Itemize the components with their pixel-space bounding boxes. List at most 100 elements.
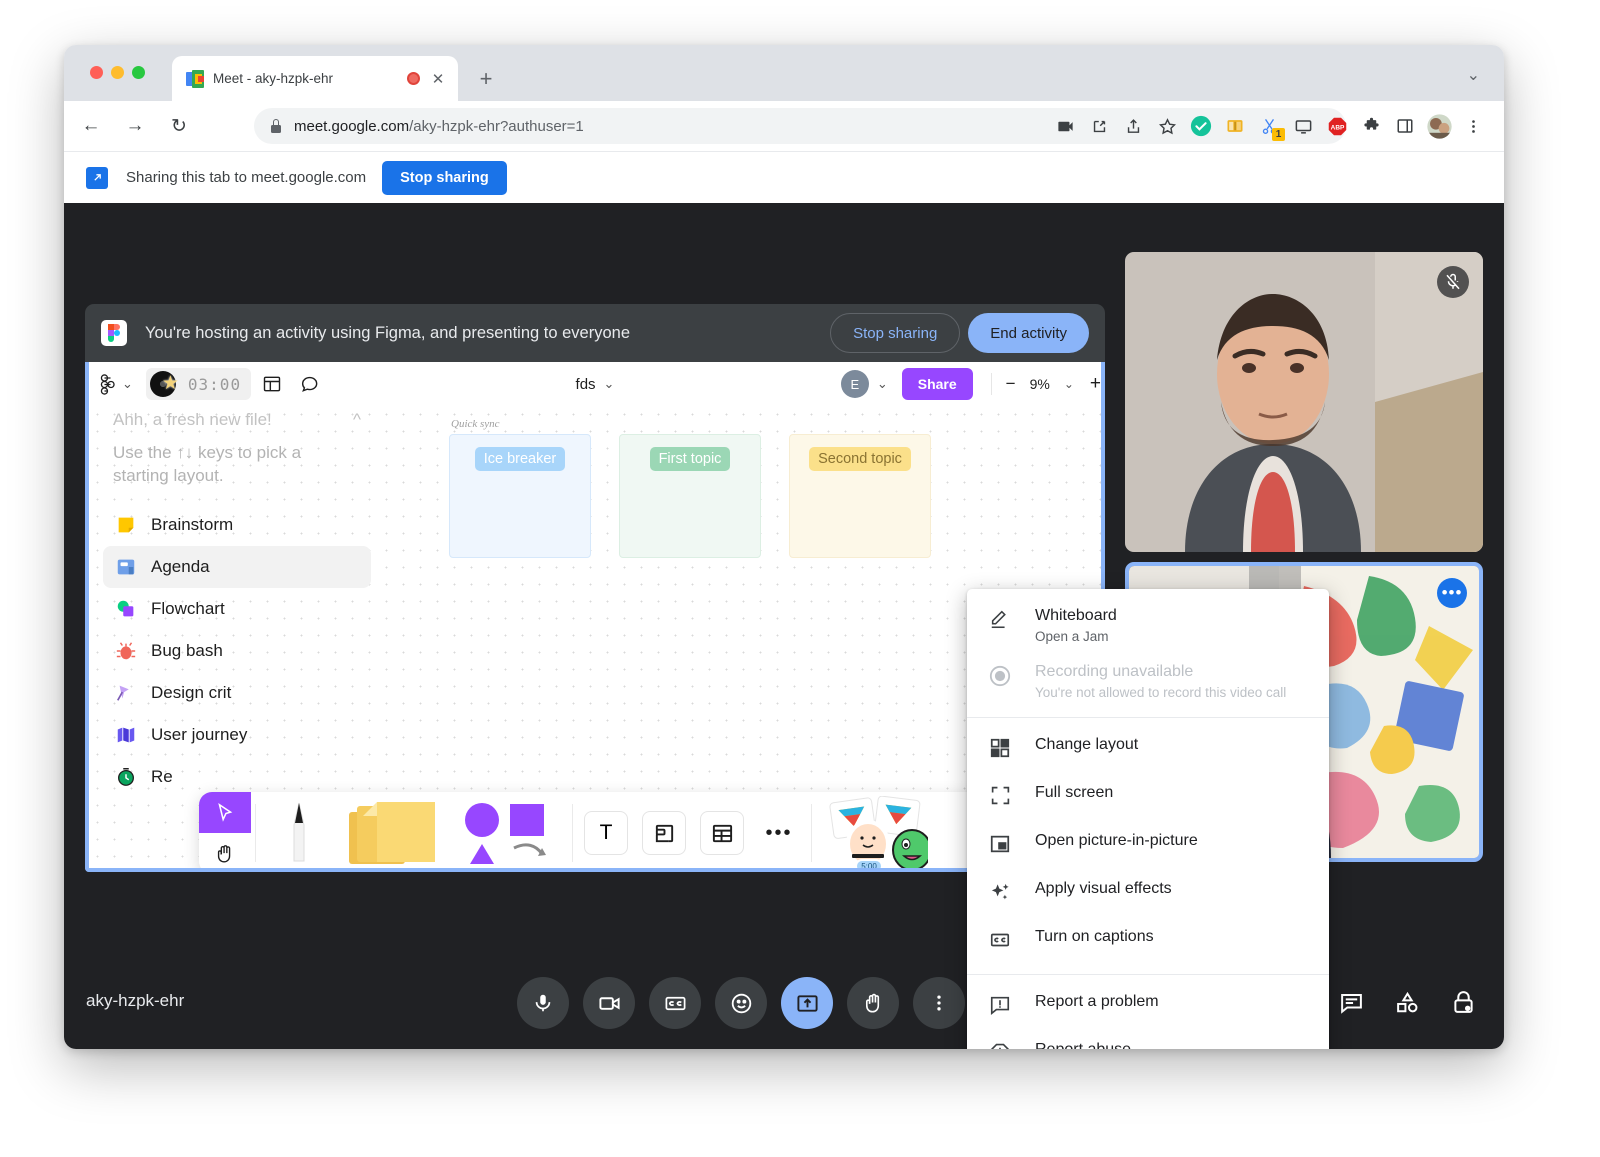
- table-icon[interactable]: [693, 792, 751, 868]
- avatar[interactable]: E: [841, 370, 869, 398]
- figjam-cursor-tools[interactable]: [199, 792, 251, 868]
- chevron-down-icon[interactable]: ⌄: [1467, 65, 1480, 85]
- chrome-menu-icon[interactable]: [1456, 109, 1490, 143]
- stop-sharing-button[interactable]: Stop sharing: [382, 161, 507, 195]
- zoom-in-button[interactable]: +: [1090, 373, 1101, 395]
- starter-item-bug-bash[interactable]: Bug bash: [103, 630, 371, 672]
- stickers-icon[interactable]: 5:00: [816, 792, 936, 868]
- shapes-icon[interactable]: [448, 792, 568, 868]
- figjam-timer[interactable]: ★ 03:00: [146, 368, 251, 400]
- close-window-button[interactable]: [90, 66, 103, 79]
- starter-item-user-journey[interactable]: User journey: [103, 714, 371, 756]
- menu-item-whiteboard[interactable]: Whiteboard Open a Jam: [967, 597, 1329, 653]
- chevron-down-icon[interactable]: ⌄: [1064, 377, 1074, 391]
- more-tools-button[interactable]: •••: [751, 792, 807, 868]
- present-screen-button[interactable]: [781, 977, 833, 1029]
- menu-item-picture-in-picture[interactable]: Open picture-in-picture: [967, 822, 1329, 870]
- share-icon[interactable]: [1116, 109, 1150, 143]
- canvas-note: Quick sync: [451, 418, 500, 430]
- activities-button[interactable]: [1390, 985, 1424, 1019]
- menu-divider: [967, 974, 1329, 975]
- menu-item-captions[interactable]: Turn on captions: [967, 918, 1329, 966]
- figma-banner-message: You're hosting an activity using Figma, …: [145, 324, 822, 343]
- reactions-button[interactable]: [715, 977, 767, 1029]
- snip-tool-icon[interactable]: 1: [1252, 109, 1286, 143]
- menu-item-title: Change layout: [1035, 735, 1138, 756]
- figjam-file-name[interactable]: fds ⌄: [576, 376, 615, 393]
- microphone-button[interactable]: [517, 977, 569, 1029]
- marker-pen-icon[interactable]: [260, 792, 338, 868]
- collapse-icon[interactable]: ^: [353, 410, 361, 430]
- host-controls-button[interactable]: [1446, 985, 1480, 1019]
- grammarly-icon[interactable]: [1184, 109, 1218, 143]
- zoom-level: 9%: [1030, 376, 1050, 392]
- topic-card[interactable]: First topic: [619, 434, 761, 558]
- open-external-icon[interactable]: [1082, 109, 1116, 143]
- whiteboard-pen-icon: [987, 606, 1013, 630]
- figma-end-activity-button[interactable]: End activity: [968, 313, 1089, 353]
- browser-window: Meet - aky-hzpk-ehr ✕ + ⌄ ← → ↻ meet.goo…: [64, 45, 1504, 1049]
- extensions-puzzle-icon[interactable]: [1354, 109, 1388, 143]
- sticky-notes-icon[interactable]: [338, 792, 448, 868]
- figjam-canvas[interactable]: Ahh, a fresh new file! ^ Use the ↑↓ keys…: [89, 406, 1101, 868]
- new-tab-button[interactable]: +: [472, 65, 500, 93]
- tab-title: Meet - aky-hzpk-ehr: [213, 71, 399, 86]
- profile-avatar[interactable]: [1422, 109, 1456, 143]
- tile-more-options-button[interactable]: •••: [1437, 578, 1467, 608]
- menu-item-subtitle: Open a Jam: [1035, 629, 1117, 644]
- hand-tool-icon[interactable]: [199, 833, 251, 868]
- tab-strip: Meet - aky-hzpk-ehr ✕ + ⌄: [64, 45, 1504, 101]
- figjam-zoom-controls: − 9% ⌄ +: [991, 373, 1101, 395]
- reload-button[interactable]: ↻: [162, 109, 196, 143]
- mic-off-icon: [1437, 266, 1469, 298]
- topic-card-label: Second topic: [809, 447, 911, 471]
- menu-item-full-screen[interactable]: Full screen: [967, 774, 1329, 822]
- figma-stop-sharing-button[interactable]: Stop sharing: [830, 313, 960, 353]
- browser-action-icons: 1 ABP: [1048, 109, 1490, 143]
- side-panel-icon[interactable]: [1388, 109, 1422, 143]
- participant-tile-1[interactable]: [1125, 252, 1483, 552]
- window-traffic-lights[interactable]: [90, 66, 145, 79]
- starter-item-flowchart[interactable]: Flowchart: [103, 588, 371, 630]
- raise-hand-button[interactable]: [847, 977, 899, 1029]
- figjam-sections-button[interactable]: [255, 368, 289, 400]
- text-tool-icon[interactable]: T: [577, 792, 635, 868]
- adblock-plus-icon[interactable]: ABP: [1320, 109, 1354, 143]
- starter-item-agenda[interactable]: Agenda: [103, 546, 371, 588]
- menu-item-report-problem[interactable]: Report a problem: [967, 983, 1329, 1031]
- report-problem-icon: [987, 992, 1013, 1016]
- figjam-share-button[interactable]: Share: [902, 368, 973, 400]
- back-button[interactable]: ←: [74, 109, 108, 143]
- cast-screen-icon[interactable]: [1286, 109, 1320, 143]
- figjam-main-menu[interactable]: ⌄: [93, 368, 140, 400]
- browser-tab[interactable]: Meet - aky-hzpk-ehr ✕: [172, 56, 458, 101]
- starter-item-design-crit[interactable]: Design crit: [103, 672, 371, 714]
- visual-effects-sparkle-icon: [987, 879, 1013, 904]
- figjam-comment-button[interactable]: [293, 368, 327, 400]
- minimize-window-button[interactable]: [111, 66, 124, 79]
- camera-icon[interactable]: [1048, 109, 1082, 143]
- captions-button[interactable]: [649, 977, 701, 1029]
- menu-item-change-layout[interactable]: Change layout: [967, 726, 1329, 774]
- camera-button[interactable]: [583, 977, 635, 1029]
- maximize-window-button[interactable]: [132, 66, 145, 79]
- topic-card[interactable]: Ice breaker: [449, 434, 591, 558]
- chat-button[interactable]: [1334, 985, 1368, 1019]
- bookmark-star-icon[interactable]: [1150, 109, 1184, 143]
- cursor-arrow-icon[interactable]: [199, 792, 251, 833]
- more-options-button[interactable]: [913, 977, 965, 1029]
- starter-item-brainstorm[interactable]: Brainstorm: [103, 504, 371, 546]
- section-icon[interactable]: [635, 792, 693, 868]
- menu-item-report-abuse[interactable]: Report abuse: [967, 1031, 1329, 1049]
- address-toolbar: ← → ↻ meet.google.com/aky-hzpk-ehr?authu…: [64, 101, 1504, 151]
- picture-in-picture-icon: [987, 831, 1013, 855]
- close-icon[interactable]: ✕: [428, 69, 448, 89]
- menu-item-visual-effects[interactable]: Apply visual effects: [967, 870, 1329, 918]
- reading-list-icon[interactable]: [1218, 109, 1252, 143]
- topic-card[interactable]: Second topic: [789, 434, 931, 558]
- zoom-out-button[interactable]: −: [1006, 374, 1016, 394]
- forward-button[interactable]: →: [118, 109, 152, 143]
- svg-text:5:00: 5:00: [861, 862, 877, 868]
- chevron-down-icon[interactable]: ⌄: [877, 376, 888, 392]
- text-tool-glyph: T: [584, 811, 628, 855]
